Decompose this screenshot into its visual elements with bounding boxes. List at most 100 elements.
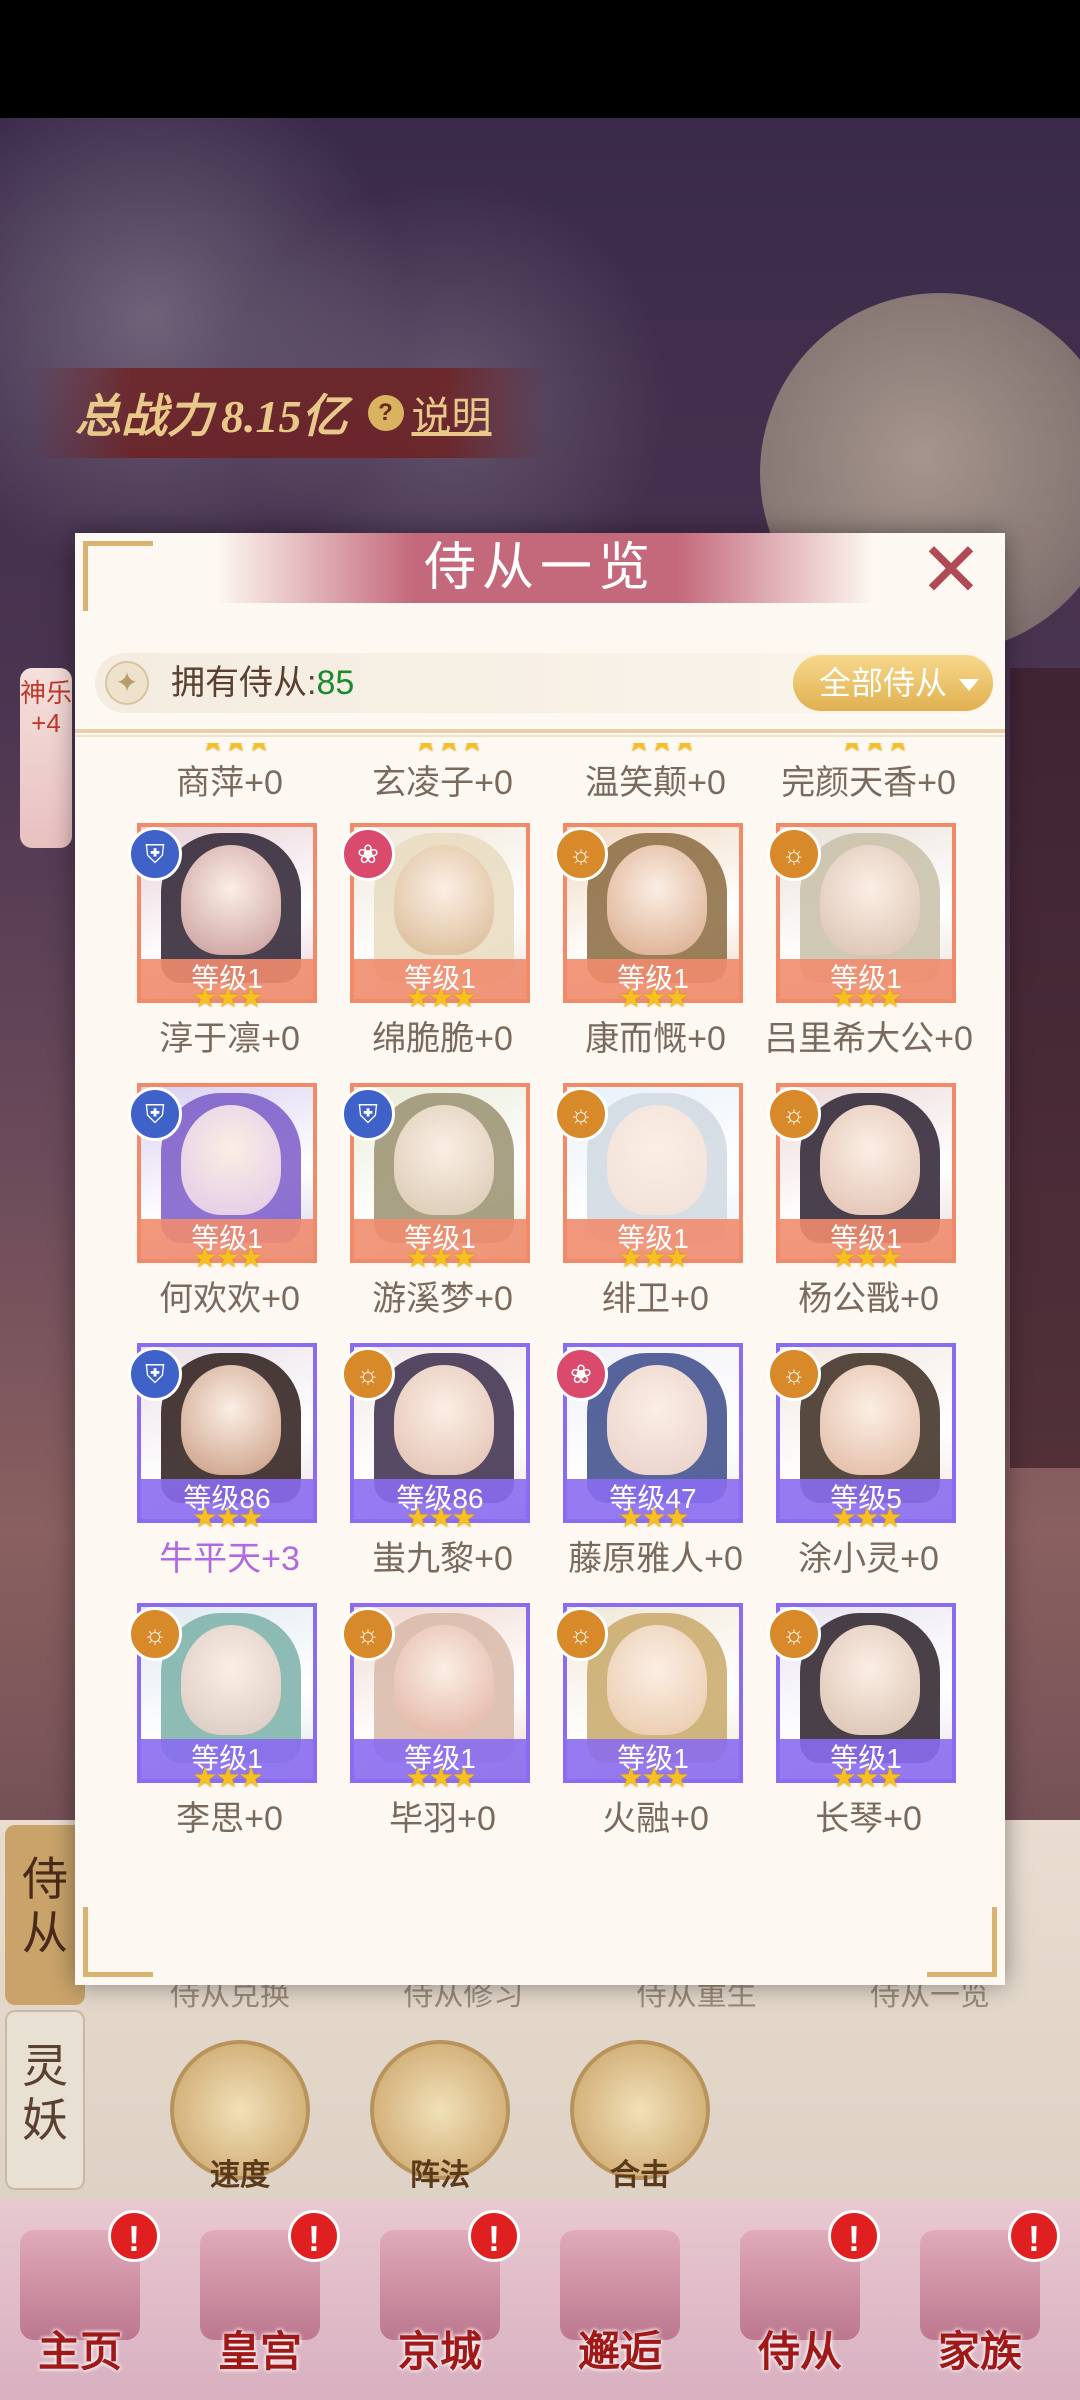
total-power-value: 8.15亿 [221, 391, 348, 442]
star-rating: ★★★ [831, 1762, 902, 1793]
tab-attendants[interactable]: 侍从 [5, 1825, 85, 2005]
shield-badge-icon: ⛨ [128, 1347, 182, 1401]
portrait-face [394, 1365, 494, 1475]
sun-badge-icon: ☼ [554, 1087, 608, 1141]
attendant-grid: ★★★商萍+0★★★玄凌子+0★★★温笑颠+0★★★完颜天香+0等级1⛨★★★淳… [75, 743, 1005, 1943]
modal-header: 侍从一览 ✕ [75, 533, 1005, 653]
close-icon[interactable]: ✕ [915, 533, 987, 609]
star-rating: ★★★ [618, 1502, 689, 1533]
attendant-name: 何欢欢+0 [159, 1280, 300, 1318]
attendant-name: 蚩九黎+0 [372, 1540, 513, 1578]
attendant-name: 绵脆脆+0 [372, 1020, 513, 1058]
alert-badge: ! [108, 2210, 160, 2262]
owned-count-value: 85 [316, 664, 355, 702]
nav-encounter-label: 邂逅 [577, 2330, 662, 2376]
sun-badge-icon: ☼ [554, 827, 608, 881]
portrait-face [394, 845, 494, 955]
attendant-name: 温笑颠+0 [585, 764, 726, 802]
star-rating: ★★★ [192, 1762, 263, 1793]
portrait-face [820, 1105, 920, 1215]
lotus-badge-icon: ❀ [554, 1347, 608, 1401]
attendant-name: 火融+0 [602, 1800, 709, 1838]
nav-home[interactable]: 主页 ! [0, 2210, 160, 2390]
owned-count: 拥有侍从:85 [171, 661, 354, 705]
star-rating: ★★★ [831, 1242, 902, 1273]
help-link[interactable]: 说明 [412, 384, 492, 442]
portrait-face [820, 845, 920, 955]
star-rating: ★★★ [405, 1502, 476, 1533]
side-decoration-right [1010, 668, 1080, 1468]
attendant-name: 商萍+0 [176, 764, 283, 802]
nav-home-label: 主页 [37, 2330, 122, 2376]
attendant-name: 牛平天+3 [159, 1540, 300, 1578]
alert-badge: ! [468, 2210, 520, 2262]
portrait-face [394, 1105, 494, 1215]
tab-spirits[interactable]: 灵妖 [5, 2010, 85, 2190]
filter-dropdown[interactable]: 全部侍从 [793, 655, 993, 711]
lotus-badge-icon: ❀ [341, 827, 395, 881]
sun-badge-icon: ☼ [767, 1087, 821, 1141]
attendant-name: 吕里希大公+0 [764, 1020, 973, 1058]
attendant-name: 毕羽+0 [389, 1800, 496, 1838]
owned-count-label: 拥有侍从: [171, 664, 317, 702]
attendant-list-modal: 侍从一览 ✕ ✦ 拥有侍从:85 全部侍从 ★★★ 商萍+0 ★★★ 玄凌子+0 ★★★… [75, 533, 1005, 1985]
star-rating: ★★★ [192, 982, 263, 1013]
portrait-face [607, 845, 707, 955]
alert-badge: ! [1008, 2210, 1060, 2262]
portrait-face [181, 1365, 281, 1475]
sun-badge-icon: ☼ [767, 1347, 821, 1401]
skill-formation-label: 阵法 [410, 2159, 470, 2192]
star-rating: ★★★ [831, 982, 902, 1013]
filter-label: 全部侍从 [819, 665, 948, 701]
portrait-face [607, 1365, 707, 1475]
emblem-icon: ✦ [105, 661, 149, 705]
sun-badge-icon: ☼ [341, 1607, 395, 1661]
modal-title: 侍从一览 [423, 540, 656, 597]
sun-badge-icon: ☼ [767, 1607, 821, 1661]
attendant-name: 游溪梦+0 [372, 1280, 513, 1318]
attendant-name: 绯卫+0 [602, 1280, 709, 1318]
attendant-name: 完颜天香+0 [781, 764, 956, 802]
star-rating: ★★★ [192, 1502, 263, 1533]
portrait-face [181, 845, 281, 955]
portrait-face [820, 1365, 920, 1475]
alert-badge: ! [288, 2210, 340, 2262]
divider [75, 735, 1005, 737]
attendant-name: 涂小灵+0 [798, 1540, 939, 1578]
nav-encounter[interactable]: 邂逅 [540, 2210, 700, 2390]
portrait-face [607, 1625, 707, 1735]
star-rating: ★★★ [831, 1502, 902, 1533]
star-rating: ★★★ [192, 1242, 263, 1273]
sun-badge-icon: ☼ [341, 1347, 395, 1401]
portrait-face [181, 1105, 281, 1215]
help-icon[interactable]: ? [367, 395, 404, 431]
nav-attendants[interactable]: 侍从 ! [720, 2210, 880, 2390]
attendant-name: 玄凌子+0 [372, 764, 513, 802]
star-rating: ★★★ [618, 1242, 689, 1273]
star-rating: ★★★ [618, 982, 689, 1013]
sun-badge-icon: ☼ [128, 1607, 182, 1661]
attendant-name: 淳于凛+0 [159, 1020, 300, 1058]
attendant-name: 康而慨+0 [585, 1020, 726, 1058]
nav-palace[interactable]: 皇宫 ! [180, 2210, 340, 2390]
nav-capital[interactable]: 京城 ! [360, 2210, 520, 2390]
chevron-down-icon [959, 679, 979, 691]
portrait-face [820, 1625, 920, 1735]
total-power-label: 总战力 [75, 391, 213, 442]
divider [75, 729, 1005, 733]
nav-attendants-label: 侍从 [757, 2330, 842, 2376]
attendant-name: 杨公戬+0 [798, 1280, 939, 1318]
status-bar [0, 0, 1080, 118]
attendant-name: 李思+0 [176, 1800, 283, 1838]
side-banner-left[interactable]: 神乐+4 [20, 668, 72, 848]
star-rating: ★★★ [618, 1762, 689, 1793]
star-rating: ★★★ [405, 1762, 476, 1793]
nav-family[interactable]: 家族 ! [900, 2210, 1060, 2390]
alert-badge: ! [828, 2210, 880, 2262]
attendant-name: 藤原雅人+0 [568, 1540, 743, 1578]
shield-badge-icon: ⛨ [128, 1087, 182, 1141]
shield-badge-icon: ⛨ [341, 1087, 395, 1141]
shield-badge-icon: ⛨ [128, 827, 182, 881]
skill-combo-label: 合击 [610, 2159, 670, 2192]
sun-badge-icon: ☼ [554, 1607, 608, 1661]
